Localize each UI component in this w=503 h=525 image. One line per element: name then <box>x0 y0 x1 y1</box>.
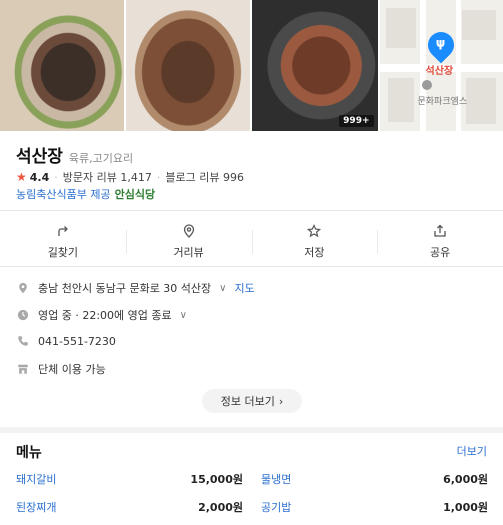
menu-item[interactable]: 공기밥 1,000원 <box>261 499 488 515</box>
chevron-down-icon[interactable]: ∨ <box>180 310 187 321</box>
separator: · <box>54 170 58 184</box>
photo-marinated-ribs[interactable] <box>125 0 250 131</box>
save-button[interactable]: 저장 <box>251 218 378 266</box>
photo-grilling-ribs[interactable]: 999+ <box>252 0 378 131</box>
clock-icon <box>16 308 30 322</box>
group-row: 단체 이용 가능 <box>16 361 106 377</box>
group-text: 단체 이용 가능 <box>38 363 106 376</box>
menu-item-price: 15,000원 <box>190 473 243 486</box>
menu-item-name[interactable]: 물냉면 <box>261 471 291 487</box>
provider-text[interactable]: 농림축산식품부 제공 <box>16 186 111 202</box>
map-link[interactable]: 지도 <box>235 280 255 296</box>
save-label: 저장 <box>304 246 325 259</box>
safe-restaurant-badge: 안심식당 <box>114 188 156 201</box>
review-row: ★ 4.4 · 방문자 리뷰 1,417 · 블로그 리뷰 996 <box>16 169 244 185</box>
street-view-label: 거리뷰 <box>173 246 204 259</box>
location-pin-icon <box>16 281 30 295</box>
map-pin-label: 석산장 <box>425 66 454 77</box>
chevron-down-icon[interactable]: ∨ <box>219 283 226 294</box>
place-category: 육류,고기요리 <box>68 152 134 165</box>
photo-count-badge: 999+ <box>339 115 374 127</box>
menu-item-name[interactable]: 돼지갈비 <box>16 471 56 487</box>
title-row: 석산장 육류,고기요리 <box>16 142 133 167</box>
location-map[interactable]: ψ 석산장 문화파크엠스 <box>379 0 503 131</box>
map-poi-label: 문화파크엠스 <box>417 97 468 107</box>
phone-icon <box>16 334 30 348</box>
menu-title: 메뉴 <box>16 445 42 461</box>
store-icon <box>16 362 30 376</box>
hours-row: 영업 중 · 22:00에 영업 종료 ∨ <box>16 307 187 323</box>
menu-item-name[interactable]: 공기밥 <box>261 499 291 515</box>
menu-item[interactable]: 물냉면 6,000원 <box>261 471 488 487</box>
address-text[interactable]: 충남 천안시 동남구 문화로 30 석산장 <box>38 280 211 296</box>
directions-label: 길찾기 <box>47 246 79 259</box>
photo-strip: 999+ ψ 석산장 문화파크엠스 <box>0 0 503 131</box>
star-icon <box>307 224 322 238</box>
more-info-label: 정보 더보기 <box>220 395 275 408</box>
blog-reviews-link[interactable]: 블로그 리뷰 996 <box>165 169 244 185</box>
street-view-icon <box>183 224 194 238</box>
menu-more-link[interactable]: 더보기 <box>457 443 487 459</box>
menu-item-name[interactable]: 된장찌개 <box>16 499 56 515</box>
menu-item[interactable]: 돼지갈비 15,000원 <box>16 471 243 487</box>
directions-button[interactable]: 길찾기 <box>0 218 126 266</box>
menu-item-price: 1,000원 <box>443 501 488 514</box>
phone-number[interactable]: 041-551-7230 <box>38 335 116 348</box>
directions-icon <box>58 226 68 236</box>
divider <box>0 266 503 267</box>
divider <box>0 210 503 211</box>
address-row: 충남 천안시 동남구 문화로 30 석산장 ∨ 지도 <box>16 280 255 296</box>
share-icon <box>434 224 446 237</box>
menu-item[interactable]: 된장찌개 2,000원 <box>16 499 243 515</box>
menu-item-price: 2,000원 <box>198 501 243 514</box>
chevron-right-icon: › <box>278 394 284 408</box>
section-divider <box>0 427 503 433</box>
photo-grill-table[interactable] <box>0 0 124 131</box>
separator: · <box>156 170 161 184</box>
street-view-button[interactable]: 거리뷰 <box>125 218 252 266</box>
provider-row: 농림축산식품부 제공 안심식당 <box>16 186 155 202</box>
menu-list: 돼지갈비 15,000원 물냉면 6,000원 된장찌개 2,000원 공기밥 … <box>16 471 488 515</box>
poi-icon <box>421 80 432 90</box>
action-bar: 길찾기 거리뷰 저장 공유 <box>0 218 503 266</box>
share-button[interactable]: 공유 <box>377 218 503 266</box>
share-label: 공유 <box>430 246 451 259</box>
visitor-reviews-link[interactable]: 방문자 리뷰 1,417 <box>63 169 152 185</box>
more-info-button[interactable]: 정보 더보기 › <box>202 389 302 413</box>
rating-star-icon: ★ <box>16 170 27 184</box>
fork-knife-icon: ψ <box>435 36 446 50</box>
rating-value: 4.4 <box>29 170 50 184</box>
menu-item-price: 6,000원 <box>443 473 488 486</box>
place-name: 석산장 <box>16 147 63 167</box>
hours-text[interactable]: 영업 중 · 22:00에 영업 종료 <box>38 307 172 323</box>
phone-row: 041-551-7230 <box>16 334 116 348</box>
